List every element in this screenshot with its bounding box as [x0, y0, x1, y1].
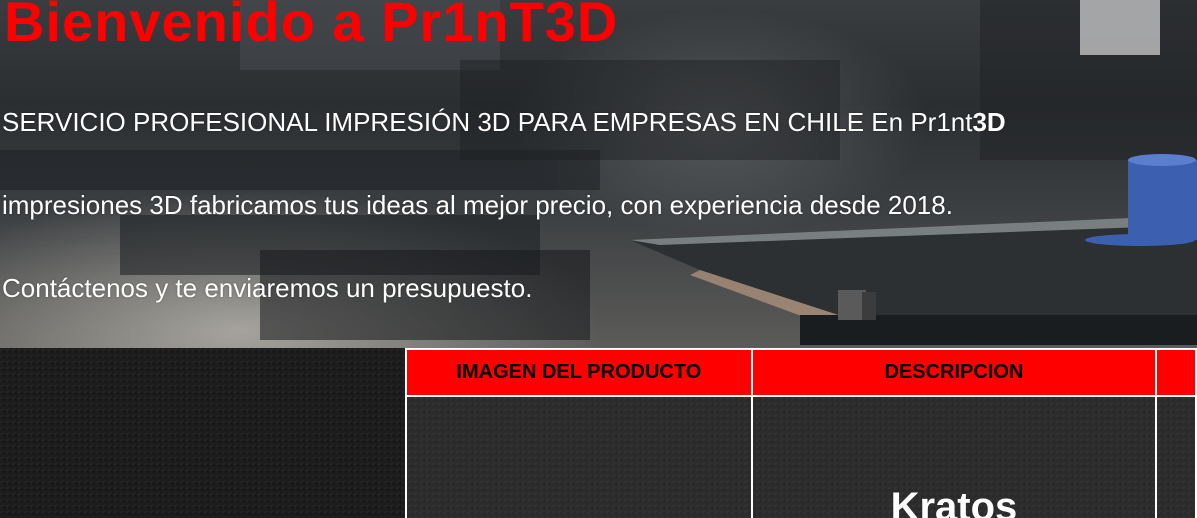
header-image: IMAGEN DEL PRODUCTO [405, 348, 753, 397]
table-row: Kratos [405, 395, 1197, 518]
product-image-cell [405, 395, 753, 518]
product-image [407, 397, 751, 518]
hero-banner: Bienvenido a Pr1nT3D SERVICIO PROFESIONA… [0, 0, 1197, 348]
hero-intro-text: SERVICIO PROFESIONAL IMPRESIÓN 3D PARA E… [2, 107, 973, 137]
hero-intro-bold: 3D [972, 107, 1006, 137]
hero-description-line: impresiones 3D fabricamos tus ideas al m… [2, 190, 953, 220]
products-table: IMAGEN DEL PRODUCTO DESCRIPCION Kratos [405, 348, 1197, 518]
page-title: Bienvenido a Pr1nT3D [4, 0, 619, 53]
product-name: Kratos [890, 485, 1018, 518]
header-extra [1155, 348, 1197, 397]
hero-intro-line: SERVICIO PROFESIONAL IMPRESIÓN 3D PARA E… [2, 107, 1006, 137]
header-description: DESCRIPCION [750, 348, 1158, 397]
table-header-row: IMAGEN DEL PRODUCTO DESCRIPCION [405, 348, 1197, 397]
product-extra-cell [1155, 395, 1197, 518]
hero-contact-line: Contáctenos y te enviaremos un presupues… [2, 273, 533, 303]
products-section: IMAGEN DEL PRODUCTO DESCRIPCION Kratos [0, 348, 1197, 518]
product-description-cell: Kratos [750, 395, 1158, 518]
